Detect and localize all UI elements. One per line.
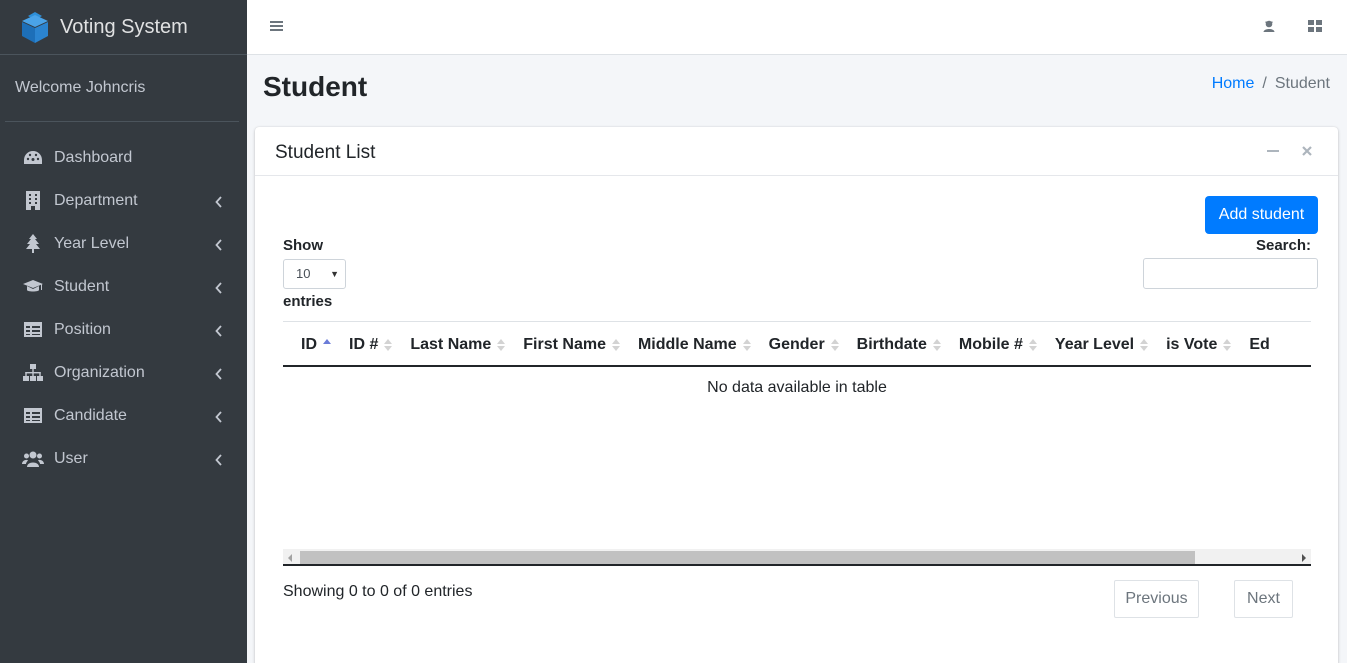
sidebar-item-year-level[interactable]: Year Level (0, 222, 247, 265)
column-header-id-number[interactable]: ID # (331, 336, 393, 354)
column-header-middle-name[interactable]: Middle Name (620, 336, 751, 354)
sort-icon (742, 338, 751, 352)
column-header-mobile[interactable]: Mobile # (941, 336, 1037, 354)
brand-title: Voting System (60, 15, 188, 38)
breadcrumb-home-link[interactable]: Home (1212, 75, 1255, 93)
sort-asc-icon (323, 338, 331, 352)
column-header-gender[interactable]: Gender (751, 336, 839, 354)
apps-grid-icon[interactable] (1308, 19, 1322, 33)
table-icon (22, 406, 44, 426)
scroll-left-arrow-icon[interactable] (288, 554, 292, 562)
page-title: Student (263, 71, 368, 102)
sidebar-item-position[interactable]: Position (0, 308, 247, 351)
column-header-last-name[interactable]: Last Name (392, 336, 506, 354)
sort-icon (384, 338, 393, 352)
empty-table-message: No data available in table (707, 379, 887, 396)
box-logo-icon (22, 12, 48, 43)
entries-length-value: 10 (296, 266, 311, 281)
sort-icon (1028, 338, 1037, 352)
sort-icon (1140, 338, 1149, 352)
sidebar-item-label: Department (54, 191, 138, 209)
sort-icon (611, 338, 620, 352)
sort-icon (1223, 338, 1232, 352)
chevron-left-icon (215, 367, 225, 380)
sidebar-item-dashboard[interactable]: Dashboard (0, 136, 247, 179)
sidebar-item-label: Organization (54, 363, 145, 381)
select-caret-icon: ▼ (330, 269, 339, 279)
sidebar-item-label: User (54, 449, 88, 467)
table-info: Showing 0 to 0 of 0 entries (283, 583, 473, 600)
show-label: Show (283, 237, 323, 254)
sidebar-item-student[interactable]: Student (0, 265, 247, 308)
user-panel: Welcome Johncris (5, 55, 239, 122)
sidebar-item-label: Student (54, 277, 110, 295)
brand-link[interactable]: Voting System (0, 0, 247, 55)
table-header-row: ID ID # Last Name First Name Middle Name… (283, 322, 1311, 365)
welcome-text[interactable]: Welcome Johncris (15, 79, 145, 97)
sidebar-item-label: Candidate (54, 406, 127, 424)
scroll-right-arrow-icon[interactable] (1302, 554, 1306, 562)
horizontal-scrollbar[interactable] (283, 549, 1311, 566)
chevron-left-icon (215, 453, 225, 466)
column-header-birthdate[interactable]: Birthdate (839, 336, 941, 354)
breadcrumb-separator: / (1262, 75, 1267, 92)
sidebar-item-user[interactable]: User (0, 437, 247, 480)
chevron-left-icon (215, 238, 225, 251)
column-header-is-vote[interactable]: is Vote (1148, 336, 1232, 354)
sidebar-item-organization[interactable]: Organization (0, 351, 247, 394)
tree-icon (22, 234, 44, 254)
sidebar-item-department[interactable]: Department (0, 179, 247, 222)
sidebar-item-label: Position (54, 320, 111, 338)
chevron-left-icon (215, 195, 225, 208)
search-input[interactable] (1143, 258, 1318, 289)
sort-icon (830, 338, 839, 352)
student-list-card: Student List Add student Show 10 ▼ entri… (255, 127, 1338, 663)
sidebar: Voting System Welcome Johncris Dashboard… (0, 0, 247, 663)
scrollbar-thumb[interactable] (300, 551, 1195, 564)
card-header: Student List (255, 127, 1338, 176)
entries-length-select[interactable]: 10 ▼ (283, 259, 346, 289)
column-header-id[interactable]: ID (283, 336, 331, 354)
search-label: Search: (1255, 237, 1311, 254)
users-icon (22, 449, 44, 469)
next-button[interactable]: Next (1234, 580, 1293, 618)
graduation-cap-icon (22, 277, 44, 297)
breadcrumb: Home / Student (1212, 75, 1330, 93)
hamburger-menu-icon[interactable] (269, 19, 285, 33)
sidebar-nav: Dashboard Department Year Level Student (0, 122, 247, 480)
user-account-icon[interactable] (1262, 19, 1276, 33)
sort-icon (497, 338, 506, 352)
sidebar-item-label: Year Level (54, 234, 130, 252)
column-header-first-name[interactable]: First Name (505, 336, 620, 354)
student-table: ID ID # Last Name First Name Middle Name… (283, 321, 1311, 367)
sidebar-item-label: Dashboard (54, 148, 133, 166)
top-navbar (247, 0, 1347, 55)
minimize-icon[interactable] (1266, 144, 1280, 158)
breadcrumb-current: Student (1274, 75, 1330, 92)
sitemap-icon (22, 363, 44, 383)
chevron-left-icon (215, 410, 225, 423)
chevron-left-icon (215, 281, 225, 294)
close-icon[interactable] (1300, 144, 1314, 158)
building-icon (22, 191, 44, 211)
card-title: Student List (275, 142, 376, 163)
chevron-left-icon (215, 324, 225, 337)
dashboard-icon (22, 148, 44, 168)
table-icon (22, 320, 44, 340)
column-header-year-level[interactable]: Year Level (1037, 336, 1149, 354)
entries-label: entries (283, 293, 333, 310)
sort-icon (932, 338, 941, 352)
sidebar-item-candidate[interactable]: Candidate (0, 394, 247, 437)
column-header-ed[interactable]: Ed (1231, 336, 1269, 354)
add-student-button[interactable]: Add student (1205, 196, 1318, 234)
previous-button[interactable]: Previous (1114, 580, 1199, 618)
